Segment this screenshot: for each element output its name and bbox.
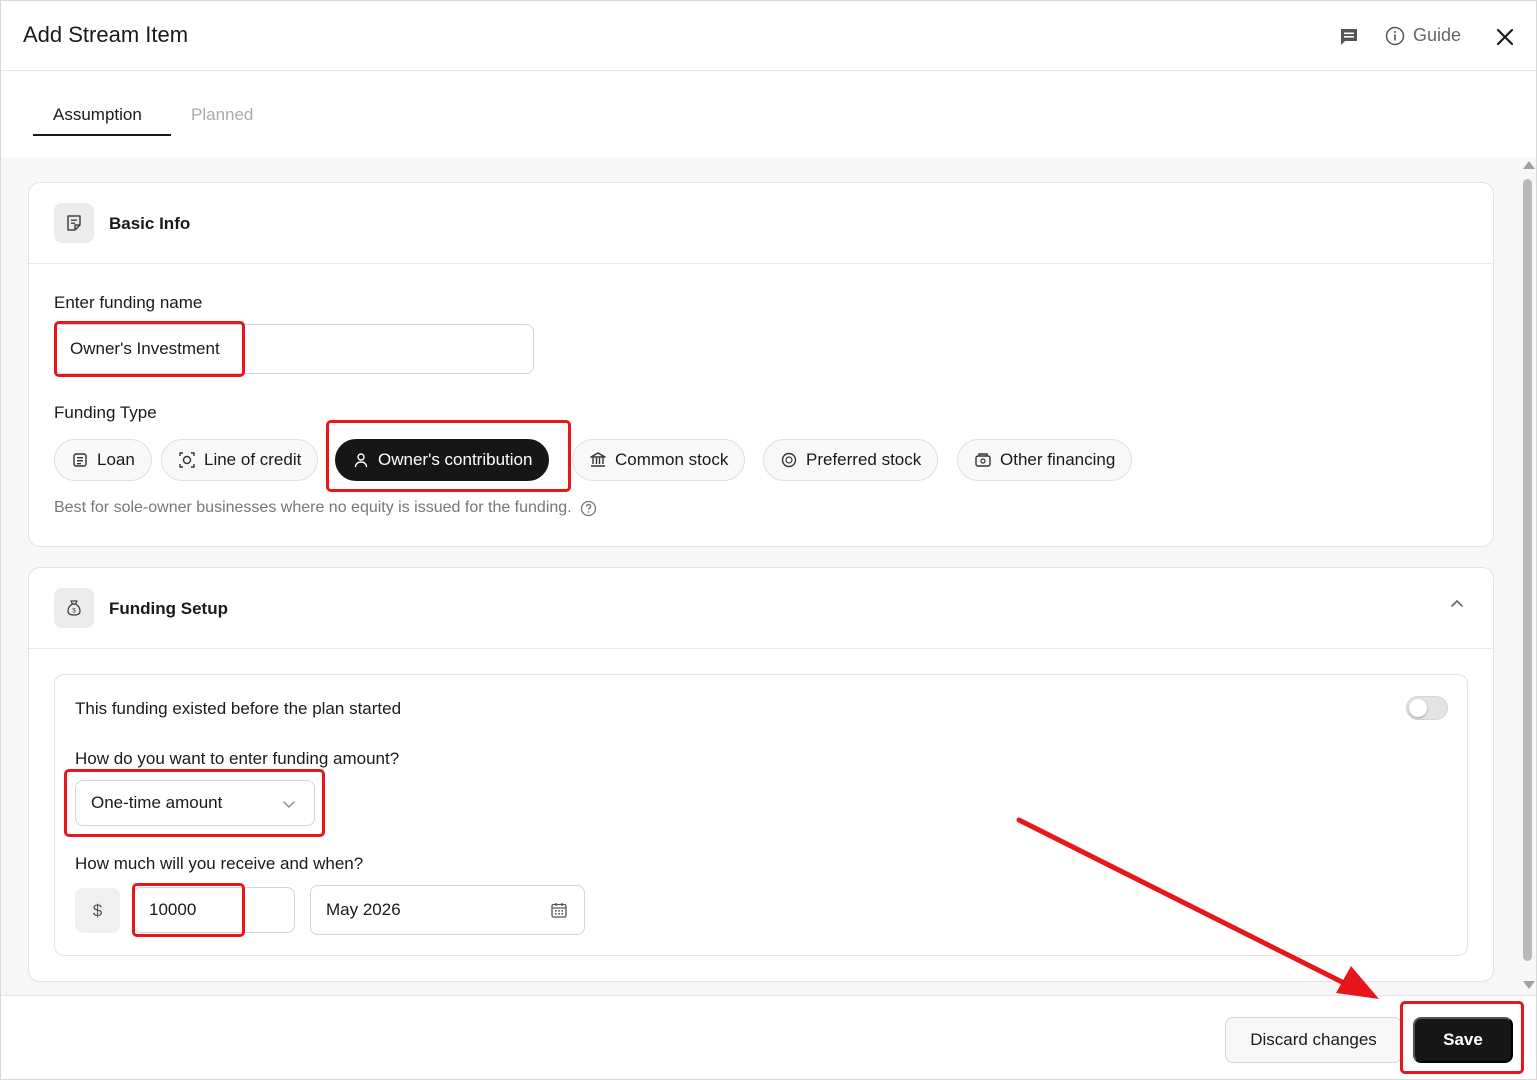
receive-label: How much will you receive and when?: [75, 854, 364, 873]
chip-label-preferred-stock: Preferred stock: [806, 450, 922, 469]
funding-type-preferred-stock[interactable]: Preferred stock: [763, 439, 939, 481]
scroll-thumb[interactable]: [1523, 179, 1532, 961]
dialog-footer: Discard changes Save: [1, 995, 1536, 1079]
funding-type-loan[interactable]: Loan: [54, 439, 152, 481]
help-icon[interactable]: [580, 500, 597, 517]
amount-method-label: How do you want to enter funding amount?: [75, 749, 400, 768]
funding-name-input[interactable]: Owner's Investment: [54, 324, 534, 374]
bank-icon: [590, 452, 606, 467]
guide-label: Guide: [1413, 25, 1462, 45]
basic-info-title: Basic Info: [109, 214, 191, 233]
amount-method-value: One-time amount: [91, 793, 223, 812]
chat-icon[interactable]: [1338, 26, 1360, 48]
funding-setup-header[interactable]: $ Funding Setup: [29, 568, 1493, 649]
funding-type-label: Funding Type: [54, 403, 157, 422]
date-picker[interactable]: May 2026: [310, 885, 585, 935]
funding-setup-card: $ Funding Setup This funding existed bef…: [28, 567, 1494, 982]
calendar-icon[interactable]: [550, 901, 568, 919]
note-icon: [54, 203, 94, 243]
toggle-knob: [1409, 699, 1427, 717]
chip-label-other-financing: Other financing: [1000, 450, 1116, 469]
money-bag-icon: $: [54, 588, 94, 628]
chip-label-owners-contribution: Owner's contribution: [378, 450, 533, 469]
person-icon: [354, 453, 368, 468]
close-icon[interactable]: [1493, 25, 1517, 49]
dialog-title: Add Stream Item: [23, 22, 189, 47]
info-icon: [1385, 26, 1405, 45]
scroll-down-arrow-icon[interactable]: [1523, 981, 1535, 989]
tab-assumption[interactable]: Assumption: [53, 105, 142, 125]
existed-before-label: This funding existed before the plan sta…: [75, 699, 402, 718]
coin-icon: [781, 452, 797, 468]
chevron-down-icon: [283, 801, 295, 808]
scroll-up-arrow-icon[interactable]: [1523, 161, 1535, 169]
loan-icon: [73, 453, 87, 467]
tab-planned[interactable]: Planned: [191, 105, 253, 125]
amount-input[interactable]: 10000: [133, 887, 295, 933]
wallet-icon: [975, 453, 991, 467]
amount-method-select[interactable]: One-time amount: [75, 780, 315, 826]
guide-button[interactable]: Guide: [1385, 25, 1461, 46]
existed-before-toggle[interactable]: [1406, 696, 1448, 720]
discard-changes-button[interactable]: Discard changes: [1225, 1017, 1402, 1063]
funding-type-owners-contribution[interactable]: Owner's contribution: [335, 439, 550, 481]
funding-type-hint: Best for sole-owner businesses where no …: [54, 499, 597, 517]
active-tab-indicator: [33, 134, 171, 136]
funding-type-common-stock[interactable]: Common stock: [572, 439, 746, 481]
currency-addon: $: [75, 888, 120, 933]
vertical-scrollbar[interactable]: [1520, 157, 1536, 995]
dialog-header: Add Stream Item Guide: [1, 1, 1536, 71]
chip-label-line-of-credit: Line of credit: [204, 450, 302, 469]
add-stream-item-dialog: Add Stream Item Guide Assumption Planned…: [0, 0, 1537, 1080]
funding-setup-title: Funding Setup: [109, 599, 228, 618]
chevron-up-icon[interactable]: [1449, 596, 1465, 612]
svg-text:$: $: [72, 608, 76, 615]
chip-label-loan: Loan: [97, 450, 135, 469]
save-button[interactable]: Save: [1413, 1017, 1513, 1063]
line-of-credit-icon: [179, 452, 195, 468]
chip-label-common-stock: Common stock: [615, 450, 729, 469]
funding-type-other-financing[interactable]: Other financing: [957, 439, 1133, 481]
funding-type-hint-text: Best for sole-owner businesses where no …: [54, 499, 572, 516]
funding-name-label: Enter funding name: [54, 293, 203, 312]
funding-type-line-of-credit[interactable]: Line of credit: [161, 439, 319, 481]
basic-info-header: Basic Info: [29, 183, 1493, 264]
date-value: May 2026: [326, 900, 401, 919]
basic-info-card: Basic Info Enter funding name Owner's In…: [28, 182, 1494, 547]
tab-bar: Assumption Planned: [1, 72, 1536, 157]
funding-setup-fields: This funding existed before the plan sta…: [54, 674, 1468, 956]
form-content: Basic Info Enter funding name Owner's In…: [1, 157, 1520, 995]
